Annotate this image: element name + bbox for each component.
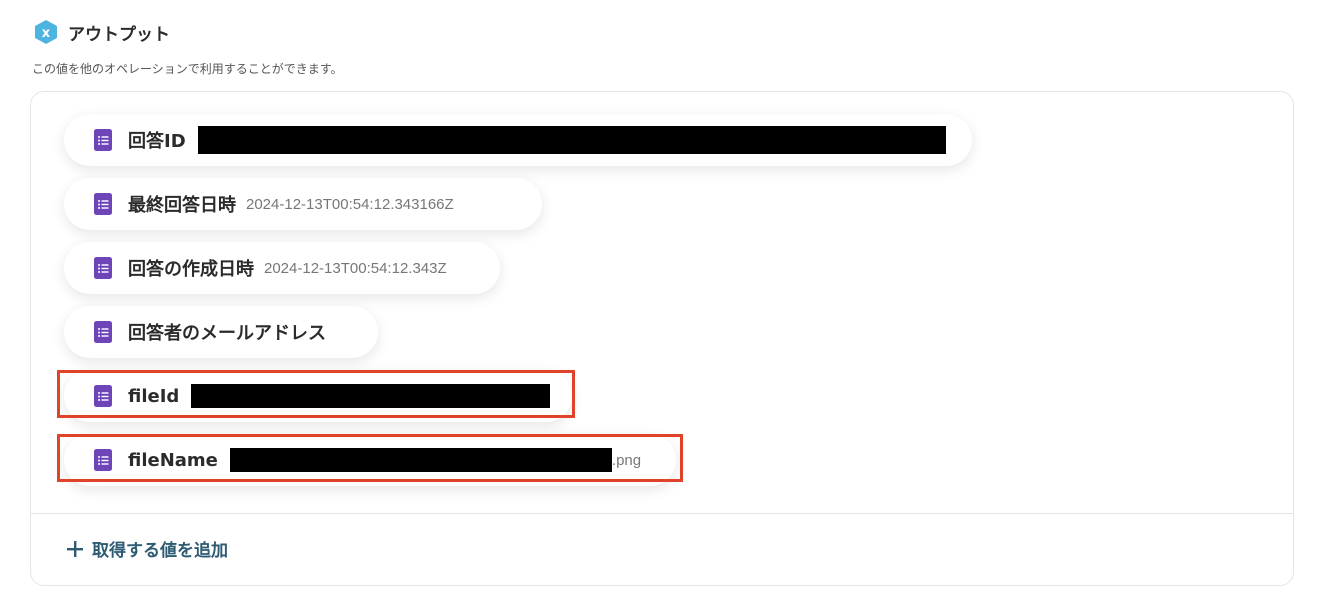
output-item-file-name[interactable]: fileName .png bbox=[64, 434, 676, 486]
yoom-logo-icon: x bbox=[35, 20, 57, 44]
add-value-label: 取得する値を追加 bbox=[92, 541, 228, 561]
redacted-value bbox=[229, 448, 612, 472]
google-forms-icon bbox=[94, 385, 112, 407]
output-item-last-answered-at[interactable]: 最終回答日時 2024-12-13T00:54:12.343166Z bbox=[64, 178, 542, 230]
svg-text:x: x bbox=[42, 26, 51, 41]
item-label: 回答ID bbox=[128, 131, 186, 152]
item-value: 2024-12-13T00:54:12.343Z bbox=[264, 259, 447, 277]
google-forms-icon bbox=[94, 193, 112, 215]
item-label: fileName bbox=[128, 449, 218, 471]
file-extension: .png bbox=[611, 451, 642, 469]
item-label: fileId bbox=[128, 385, 180, 407]
item-label: 回答の作成日時 bbox=[128, 259, 254, 280]
output-item-file-id[interactable]: fileId bbox=[64, 370, 572, 422]
section-title: アウトプット bbox=[68, 24, 170, 45]
google-forms-icon bbox=[94, 449, 112, 471]
output-item-response-id[interactable]: 回答ID bbox=[64, 114, 972, 166]
redacted-value bbox=[197, 126, 946, 154]
output-item-respondent-email[interactable]: 回答者のメールアドレス bbox=[64, 306, 378, 358]
plus-icon bbox=[67, 540, 83, 557]
item-label: 回答者のメールアドレス bbox=[128, 323, 326, 344]
add-value-button[interactable]: 取得する値を追加 bbox=[66, 536, 228, 561]
google-forms-icon bbox=[94, 257, 112, 279]
redacted-value bbox=[191, 384, 550, 408]
google-forms-icon bbox=[94, 129, 112, 151]
item-label: 最終回答日時 bbox=[128, 195, 236, 216]
section-description: この値を他のオペレーションで利用することができます。 bbox=[32, 62, 343, 76]
google-forms-icon bbox=[94, 321, 112, 343]
item-value: 2024-12-13T00:54:12.343166Z bbox=[246, 195, 454, 213]
section-header: x アウトプット bbox=[32, 18, 170, 46]
panel-divider bbox=[31, 513, 1293, 514]
output-item-created-at[interactable]: 回答の作成日時 2024-12-13T00:54:12.343Z bbox=[64, 242, 500, 294]
